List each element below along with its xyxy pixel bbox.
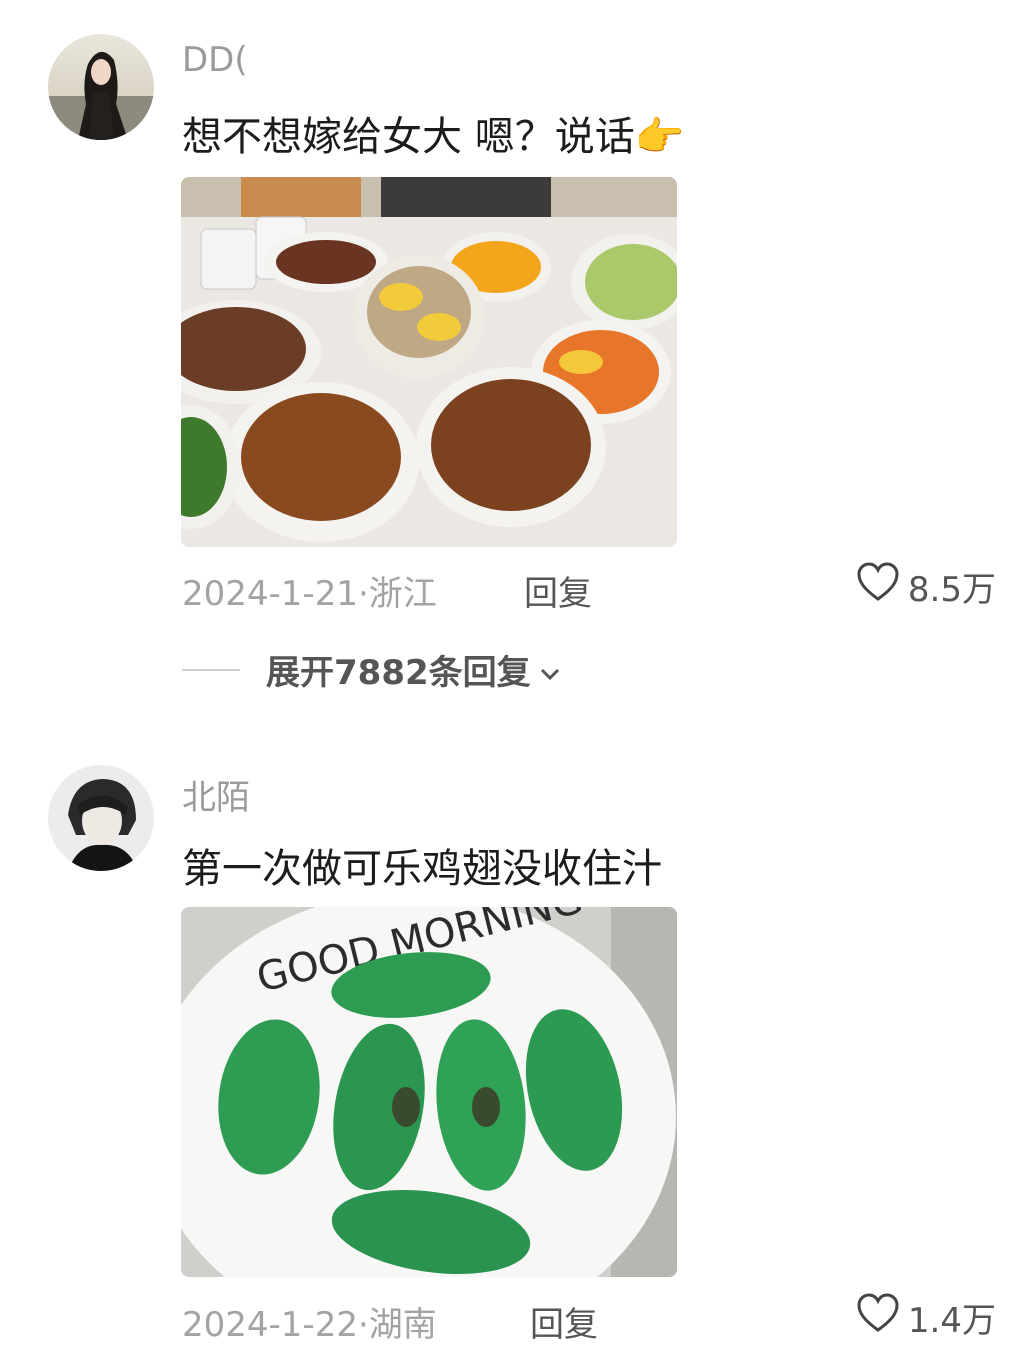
like-count: 1.4万 (907, 1301, 996, 1341)
avatar-image-anime-boy (48, 765, 154, 871)
comment-date: 2024-1-22 (182, 1305, 358, 1345)
comment-photo-table-dishes[interactable] (181, 177, 677, 547)
username[interactable]: 北陌 (182, 770, 250, 819)
avatar[interactable] (48, 765, 154, 871)
comment-location: 浙江 (368, 574, 437, 614)
expand-replies-label: 展开7882条回复 (266, 653, 531, 693)
avatar[interactable] (48, 34, 154, 140)
comment-location: 湖南 (368, 1305, 437, 1345)
comment-text-content: 想不想嫁给女大 嗯？说话 (182, 114, 635, 160)
meta-separator: · (357, 574, 369, 614)
avatar-image-girl (48, 34, 154, 140)
like-button[interactable]: 8.5万 (856, 562, 996, 611)
like-button[interactable]: 1.4万 (856, 1293, 996, 1342)
heart-icon (856, 1293, 900, 1342)
chevron-down-icon (539, 650, 561, 690)
reply-button[interactable]: 回复 (530, 1297, 598, 1346)
comment-date: 2024-1-21 (182, 574, 358, 614)
comment-meta: 2024-1-21·浙江 (182, 566, 437, 615)
comment-meta: 2024-1-22·湖南 (182, 1297, 437, 1346)
comment-text: 第一次做可乐鸡翅没收住汁 (182, 846, 662, 892)
heart-icon (856, 562, 900, 611)
pointing-hand-emoji: 👉 (634, 114, 685, 160)
divider-line (182, 668, 240, 671)
comment-photo-green-wings[interactable]: GOOD MORNING (181, 907, 677, 1277)
expand-replies-button[interactable]: 展开7882条回复 (182, 645, 561, 694)
username[interactable]: DD( (182, 40, 248, 80)
comment-text: 想不想嫁给女大 嗯？说话👉 (182, 104, 685, 162)
reply-button[interactable]: 回复 (524, 566, 592, 615)
meta-separator: · (357, 1305, 369, 1345)
like-count: 8.5万 (907, 570, 996, 610)
